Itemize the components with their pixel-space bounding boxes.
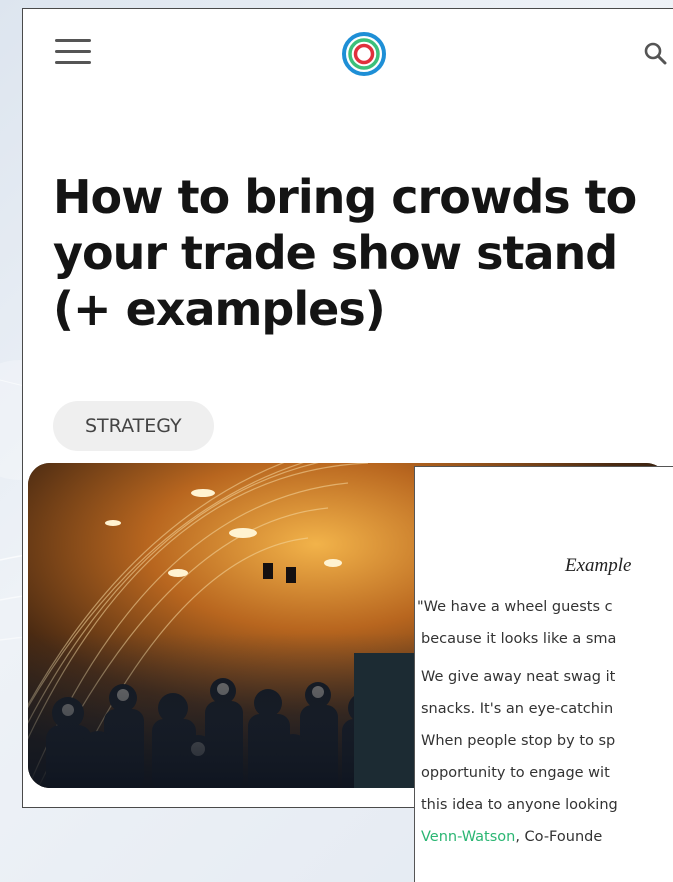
hamburger-menu-icon[interactable] <box>55 39 91 65</box>
search-icon[interactable] <box>643 41 667 65</box>
top-navigation-bar <box>23 9 673 89</box>
category-tag-strategy[interactable]: STRATEGY <box>53 401 214 451</box>
quote-line: because it looks like a sma <box>421 631 617 647</box>
quote-line: When people stop by to sp <box>421 733 616 749</box>
article-title: How to bring crowds to your trade show s… <box>53 170 637 336</box>
quote-author-line: Venn-Watson, Co-Founde <box>421 829 673 845</box>
quote-line: this idea to anyone looking <box>421 797 618 813</box>
quote-line: snacks. It's an eye-catchin <box>421 701 614 717</box>
author-suffix: , Co-Founde <box>515 829 603 845</box>
quote-line: opportunity to engage wit <box>421 765 610 781</box>
example-quote-card: Example "We have a wheel guests c becaus… <box>414 466 673 882</box>
example-heading: Example <box>565 555 632 576</box>
author-link[interactable]: Venn-Watson <box>421 829 515 845</box>
concentric-circles-logo-icon[interactable] <box>341 31 387 77</box>
quote-line: We give away neat swag it <box>421 669 616 685</box>
quote-line: "We have a wheel guests c <box>417 599 613 615</box>
